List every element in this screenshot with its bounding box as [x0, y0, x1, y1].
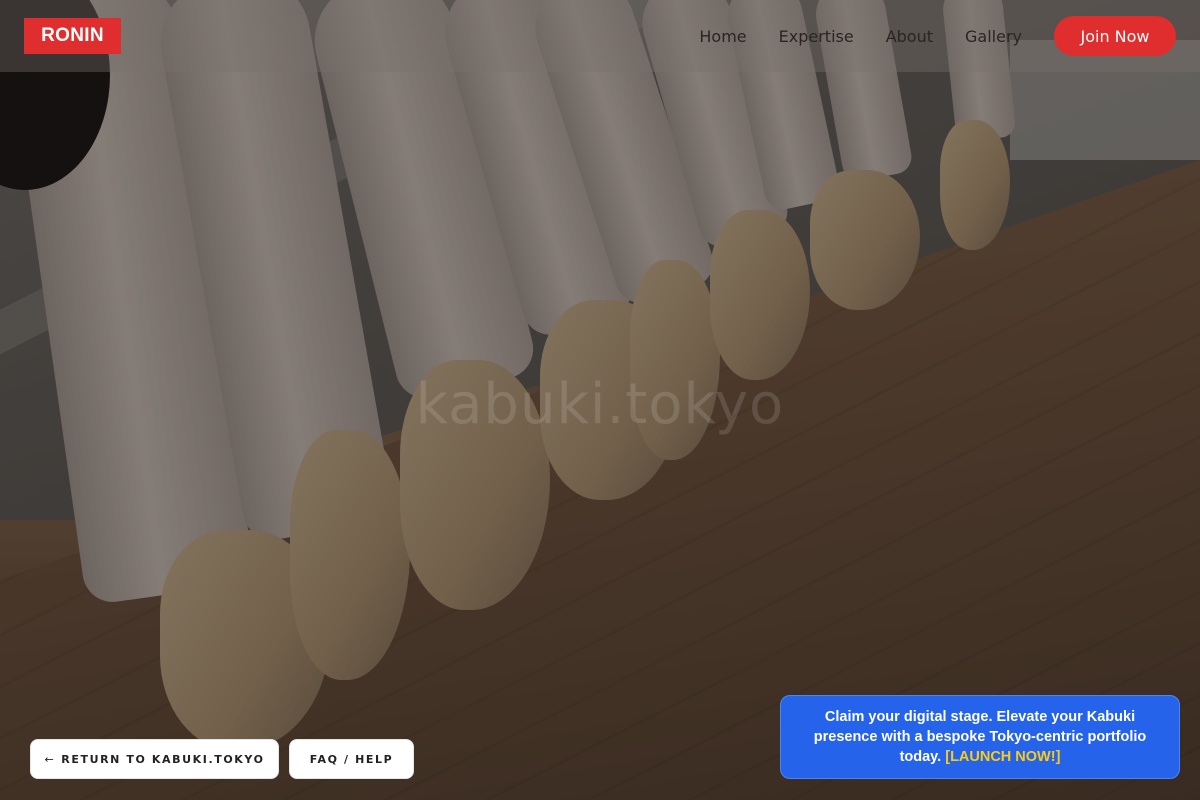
hero-watermark: kabuki.tokyo [415, 372, 785, 437]
return-to-kabuki-button[interactable]: ← RETURN TO KABUKI.TOKYO [30, 739, 279, 779]
site-header: RONIN Home Expertise About Gallery Join … [0, 0, 1200, 72]
nav-home[interactable]: Home [699, 27, 746, 46]
promo-text: Claim your digital stage. Elevate your K… [805, 707, 1155, 767]
promo-banner[interactable]: Claim your digital stage. Elevate your K… [780, 695, 1180, 779]
faq-help-button[interactable]: FAQ / HELP [289, 739, 414, 779]
nav-about[interactable]: About [886, 27, 933, 46]
site-logo[interactable]: RONIN [24, 18, 121, 54]
promo-cta-link[interactable]: [LAUNCH NOW!] [945, 749, 1060, 765]
nav-gallery[interactable]: Gallery [965, 27, 1022, 46]
main-nav: Home Expertise About Gallery [699, 0, 1022, 72]
left-arrow-icon: ← [44, 752, 56, 766]
join-now-button[interactable]: Join Now [1054, 16, 1176, 56]
return-button-label: RETURN TO KABUKI.TOKYO [61, 752, 265, 766]
nav-expertise[interactable]: Expertise [779, 27, 854, 46]
